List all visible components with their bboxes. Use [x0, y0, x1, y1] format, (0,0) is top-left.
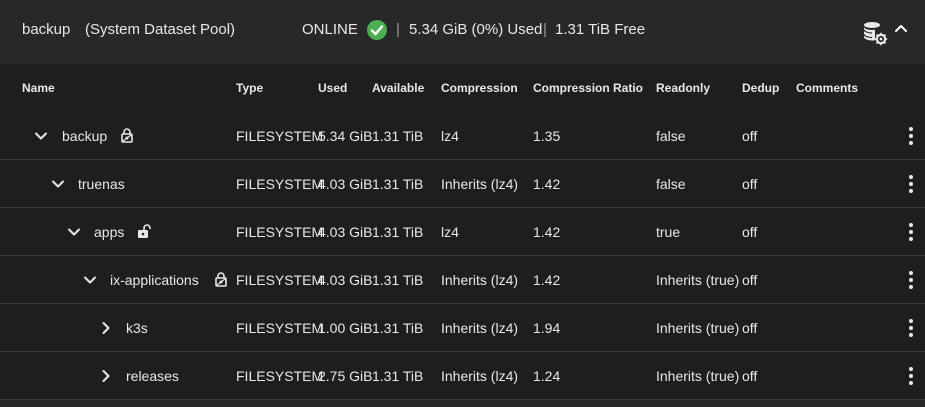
database-settings-icon[interactable] [862, 20, 888, 46]
dataset-name: backup [62, 128, 108, 144]
chevron-right-icon[interactable] [99, 321, 113, 335]
chevron-right-icon[interactable] [99, 369, 113, 383]
separator: | [396, 21, 400, 38]
dataset-type: FILESYSTEM [236, 128, 324, 144]
column-header-type[interactable]: Type [236, 81, 263, 95]
dataset-compression-ratio: 1.42 [533, 224, 561, 240]
dataset-name: releases [126, 368, 179, 384]
dataset-used: 4.03 GiB [318, 272, 373, 288]
chevron-down-icon[interactable] [83, 273, 97, 287]
column-header-comments[interactable]: Comments [796, 81, 858, 95]
dataset-row-apps[interactable]: apps FILESYSTEM 4.03 GiB 1.31 TiB lz4 1.… [0, 208, 925, 256]
column-header-compression-ratio[interactable]: Compression Ratio [533, 81, 643, 95]
dataset-used: 5.34 GiB [318, 128, 373, 144]
dataset-readonly: Inherits (true) [656, 368, 740, 384]
dataset-dedup: off [742, 176, 758, 192]
dataset-compression-ratio: 1.24 [533, 368, 561, 384]
dataset-row-releases[interactable]: releases FILESYSTEM 2.75 GiB 1.31 TiB In… [0, 352, 925, 400]
column-header-compression[interactable]: Compression [441, 81, 518, 95]
chevron-down-icon[interactable] [67, 225, 81, 239]
dataset-used: 4.03 GiB [318, 176, 373, 192]
chevron-down-icon[interactable] [34, 129, 48, 143]
dataset-compression-ratio: 1.35 [533, 128, 561, 144]
dataset-name: apps [94, 224, 125, 240]
dataset-type: FILESYSTEM [236, 176, 324, 192]
dataset-readonly: Inherits (true) [656, 272, 740, 288]
dataset-dedup: off [742, 272, 758, 288]
dataset-dedup: off [742, 224, 758, 240]
chevron-up-icon[interactable] [893, 20, 909, 36]
dataset-name: k3s [126, 320, 148, 336]
dataset-row-k3s[interactable]: k3s FILESYSTEM 1.00 GiB 1.31 TiB Inherit… [0, 304, 925, 352]
dataset-dedup: off [742, 320, 758, 336]
dataset-available: 1.31 TiB [372, 320, 424, 336]
dataset-compression-ratio: 1.42 [533, 176, 561, 192]
pool-subtitle: (System Dataset Pool) [85, 21, 236, 38]
column-header-readonly[interactable]: Readonly [656, 81, 710, 95]
check-circle-icon [367, 20, 387, 40]
dataset-compression: Inherits (lz4) [441, 272, 519, 288]
more-vert-icon[interactable] [904, 270, 918, 290]
dataset-row-backup[interactable]: backup FILESYSTEM 5.34 GiB 1.31 TiB lz4 … [0, 112, 925, 160]
dataset-compression-ratio: 1.94 [533, 320, 561, 336]
dataset-compression: Inherits (lz4) [441, 320, 519, 336]
dataset-used: 4.03 GiB [318, 224, 373, 240]
dataset-available: 1.31 TiB [372, 272, 424, 288]
pool-header: backup (System Dataset Pool) ONLINE | 5.… [0, 0, 925, 64]
dataset-compression: lz4 [441, 128, 459, 144]
dataset-compression: Inherits (lz4) [441, 368, 519, 384]
dataset-type: FILESYSTEM [236, 368, 324, 384]
dataset-type: FILESYSTEM [236, 320, 324, 336]
dataset-available: 1.31 TiB [372, 128, 424, 144]
column-header-available[interactable]: Available [372, 81, 424, 95]
lock-icon [215, 272, 227, 287]
dataset-available: 1.31 TiB [372, 368, 424, 384]
dataset-compression: lz4 [441, 224, 459, 240]
dataset-compression: Inherits (lz4) [441, 176, 519, 192]
pool-free: 1.31 TiB Free [555, 21, 646, 38]
dataset-used: 2.75 GiB [318, 368, 373, 384]
dataset-row-truenas[interactable]: truenas FILESYSTEM 4.03 GiB 1.31 TiB Inh… [0, 160, 925, 208]
dataset-type: FILESYSTEM [236, 224, 324, 240]
dataset-available: 1.31 TiB [372, 224, 424, 240]
dataset-row-ix-applications[interactable]: ix-applications FILESYSTEM 4.03 GiB 1.31… [0, 256, 925, 304]
dataset-dedup: off [742, 128, 758, 144]
dataset-type: FILESYSTEM [236, 272, 324, 288]
more-vert-icon[interactable] [904, 222, 918, 242]
more-vert-icon[interactable] [904, 174, 918, 194]
dataset-dedup: off [742, 368, 758, 384]
pool-used: 5.34 GiB (0%) Used [409, 21, 543, 38]
dataset-readonly: Inherits (true) [656, 320, 740, 336]
dataset-readonly: false [656, 176, 686, 192]
more-vert-icon[interactable] [904, 318, 918, 338]
dataset-readonly: true [656, 224, 681, 240]
dataset-name: truenas [78, 176, 125, 192]
column-header-name[interactable]: Name [22, 81, 55, 95]
separator: | [543, 21, 547, 38]
dataset-readonly: false [656, 128, 686, 144]
dataset-compression-ratio: 1.42 [533, 272, 561, 288]
more-vert-icon[interactable] [904, 366, 918, 386]
dataset-name: ix-applications [110, 272, 199, 288]
column-header-dedup[interactable]: Dedup [742, 81, 779, 95]
pool-status: ONLINE [302, 21, 358, 38]
column-header-used[interactable]: Used [318, 81, 347, 95]
lock-open-icon [138, 224, 151, 238]
chevron-down-icon[interactable] [51, 177, 65, 191]
more-vert-icon[interactable] [904, 126, 918, 146]
pool-name: backup [22, 21, 71, 38]
dataset-used: 1.00 GiB [318, 320, 373, 336]
dataset-available: 1.31 TiB [372, 176, 424, 192]
table-header: Name Type Used Available Compression Com… [0, 64, 925, 113]
lock-icon [121, 128, 133, 143]
